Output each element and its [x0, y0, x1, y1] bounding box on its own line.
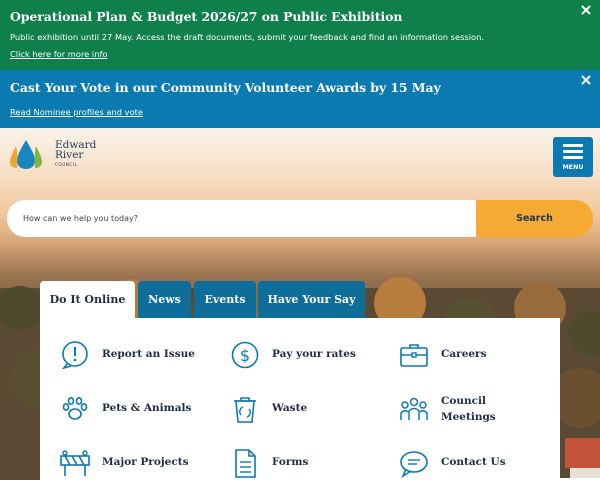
- quick-link-label: Report an Issue: [102, 348, 195, 360]
- quick-link-label: Forms: [272, 456, 309, 468]
- quick-link-forms[interactable]: Forms: [230, 448, 390, 480]
- alert-title: Cast Your Vote in our Community Voluntee…: [10, 80, 441, 95]
- alert-more-info-link[interactable]: Click here for more info: [10, 49, 107, 59]
- council-logo[interactable]: Edward River COUNCIL: [6, 138, 106, 172]
- document-icon: [235, 449, 256, 478]
- quick-link-pay-your-rates[interactable]: $ Pay your rates: [230, 340, 390, 376]
- tab-news[interactable]: News: [138, 281, 191, 318]
- water-drop-logo-icon: [10, 140, 42, 169]
- alert-description: Public exhibition until 27 May. Access t…: [10, 32, 485, 42]
- people-group-icon: [400, 397, 428, 420]
- quick-link-contact-us[interactable]: Contact Us: [399, 448, 559, 480]
- quick-link-label: Pets & Animals: [102, 402, 192, 414]
- tab-events[interactable]: Events: [194, 281, 256, 318]
- hamburger-icon-bar: [563, 150, 583, 153]
- road-barrier-icon: [60, 450, 90, 476]
- quick-link-careers[interactable]: Careers: [399, 340, 559, 376]
- search-button[interactable]: Search: [476, 200, 593, 237]
- quick-link-label: Pay your rates: [272, 348, 356, 360]
- quick-link-major-projects[interactable]: Major Projects: [60, 448, 220, 480]
- logo-text-line2: River: [55, 149, 84, 161]
- quick-link-label: Major Projects: [102, 456, 189, 468]
- alert-vote-link[interactable]: Read Nominee profiles and vote: [10, 107, 143, 117]
- exhibition-alert-banner: Operational Plan & Budget 2026/27 on Pub…: [0, 0, 600, 70]
- quick-link-pets-animals[interactable]: Pets & Animals: [60, 394, 220, 430]
- quick-link-label: Council Meetings: [441, 395, 496, 423]
- tab-do-it-online[interactable]: Do It Online: [40, 281, 135, 318]
- tab-have-your-say[interactable]: Have Your Say: [258, 281, 365, 318]
- quick-link-label: Contact Us: [441, 456, 506, 468]
- dollar-circle-icon: $: [231, 341, 259, 369]
- svg-text:$: $: [240, 346, 250, 365]
- paw-icon: [62, 396, 88, 420]
- briefcase-icon: [400, 344, 428, 367]
- close-icon[interactable]: [580, 74, 592, 86]
- volunteer-awards-alert-banner: Cast Your Vote in our Community Voluntee…: [0, 70, 600, 128]
- quick-link-waste[interactable]: Waste: [230, 394, 390, 430]
- recycle-bin-icon: [234, 397, 256, 423]
- quick-link-council-meetings[interactable]: Council Meetings: [399, 394, 559, 430]
- menu-button[interactable]: MENU: [553, 137, 593, 177]
- quick-links-panel: Report an Issue $ Pay your rates Careers…: [40, 318, 560, 480]
- alert-circle-icon: [61, 341, 88, 370]
- menu-label: MENU: [562, 164, 584, 171]
- hamburger-icon-bar: [563, 156, 583, 159]
- search-input[interactable]: [7, 200, 477, 237]
- close-icon[interactable]: [580, 4, 592, 16]
- quick-link-report-an-issue[interactable]: Report an Issue: [60, 340, 220, 376]
- alert-title: Operational Plan & Budget 2026/27 on Pub…: [10, 9, 403, 24]
- quick-link-label: Careers: [441, 348, 487, 360]
- chat-bubble-icon: [400, 451, 428, 478]
- hamburger-icon: [563, 144, 583, 147]
- logo-text-line3: COUNCIL: [55, 162, 78, 167]
- quick-link-label: Waste: [272, 402, 308, 414]
